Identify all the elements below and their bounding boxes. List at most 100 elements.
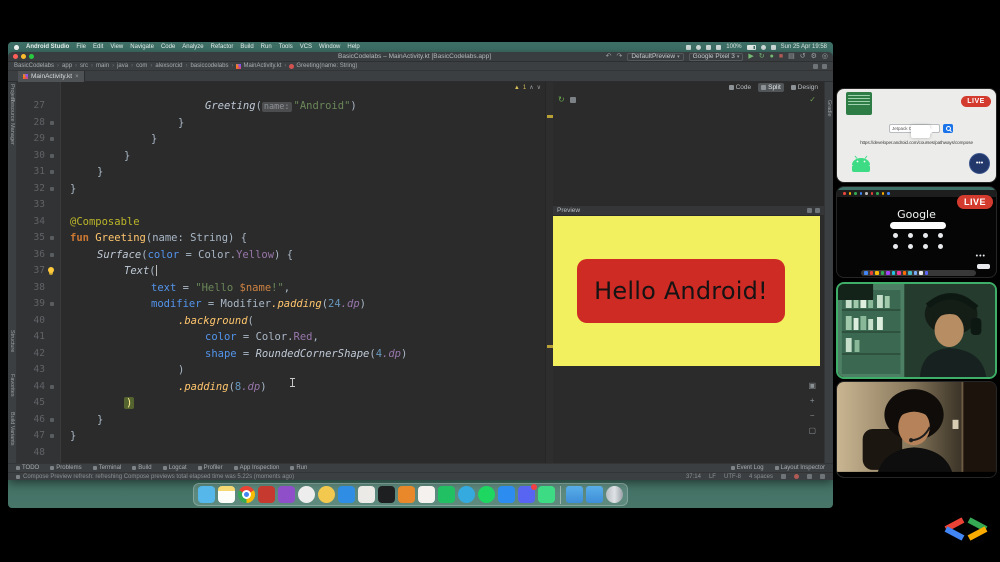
debug-icon[interactable]: ● [770, 53, 774, 61]
tool-window-run[interactable]: Run [290, 465, 307, 471]
zoom-actual-icon[interactable]: ▢ [808, 427, 816, 435]
prev-warning-icon[interactable]: ∧ [529, 84, 533, 91]
menu-item-analyze[interactable]: Analyze [182, 44, 203, 50]
dock-utility-app-icon[interactable] [358, 486, 375, 503]
participant-video-screenshare-slide[interactable]: LIVE Jetpack Compose https://developer.a… [836, 88, 997, 183]
line-ending[interactable]: LF [709, 474, 716, 480]
tool-window-app-inspection[interactable]: App Inspection [234, 465, 280, 471]
dock-telegram-icon[interactable] [458, 486, 475, 503]
dock-android-icon[interactable] [538, 486, 555, 503]
fold-marker[interactable] [50, 302, 54, 306]
expand-icon[interactable] [815, 208, 820, 213]
breadcrumb-greeting-name-string[interactable]: Greeting(name: String) [289, 63, 357, 69]
bookmark-icon[interactable] [876, 192, 879, 195]
code-line[interactable]: 28} [17, 115, 545, 132]
google-app-shortcut[interactable] [923, 233, 928, 238]
run-button[interactable]: ▶ [748, 53, 753, 61]
status-icon[interactable] [686, 45, 691, 50]
more-options-icon[interactable]: ••• [976, 253, 986, 260]
preview-mode-tab-split[interactable]: Split [758, 83, 784, 92]
menubar-clock[interactable]: Sun 25 Apr 19:58 [781, 44, 827, 50]
zoom-out-icon[interactable]: − [808, 412, 816, 420]
bookmark-icon[interactable] [854, 192, 857, 195]
dock-android-studio-preview-icon[interactable] [318, 486, 335, 503]
pin-icon[interactable] [807, 208, 812, 213]
code-line[interactable]: 34@Composable [17, 214, 545, 231]
menu-item-edit[interactable]: Edit [93, 44, 103, 50]
record-icon[interactable] [794, 474, 799, 479]
breadcrumb-basiccodelabs[interactable]: basiccodelabs [190, 63, 228, 69]
menu-item-run[interactable]: Run [261, 44, 272, 50]
participant-video-screenshare-browser[interactable]: LIVE Google ••• [836, 186, 997, 278]
code-line[interactable]: 37Text( [17, 263, 545, 280]
google-app-shortcut[interactable] [923, 244, 928, 249]
participant-video-speaker[interactable] [836, 282, 997, 379]
code-line[interactable]: 48 [17, 445, 545, 462]
inspection-widget[interactable]: ▲ 1 ∧ ∨ [514, 84, 541, 91]
bookmark-icon[interactable] [860, 192, 863, 195]
dock-vscode-icon[interactable] [338, 486, 355, 503]
fold-marker[interactable] [50, 170, 54, 174]
code-line[interactable]: 40.background( [17, 313, 545, 330]
gradle-status-icon[interactable] [820, 474, 825, 479]
tool-window-todo[interactable]: TODO [16, 465, 39, 471]
build-refresh-icon[interactable]: ↻ [558, 95, 565, 104]
menubar-app-name[interactable]: Android Studio [26, 44, 69, 50]
dock-folder-applications-icon[interactable] [566, 486, 583, 503]
more-options-icon[interactable]: ••• [969, 153, 990, 174]
tab-mainactivity[interactable]: MainActivity.kt × [18, 71, 85, 82]
menu-item-view[interactable]: View [110, 44, 123, 50]
run-config-select[interactable]: DefaultPreview▾ [627, 53, 683, 61]
breadcrumb-com[interactable]: com [136, 63, 147, 69]
menu-item-code[interactable]: Code [161, 44, 175, 50]
minimize-window-button[interactable] [21, 54, 26, 59]
code-line[interactable]: 36Surface(color = Color.Yellow) { [17, 247, 545, 264]
menu-item-navigate[interactable]: Navigate [130, 44, 154, 50]
tool-window-profiler[interactable]: Profiler [198, 465, 223, 471]
stop-icon[interactable]: ■ [779, 53, 783, 61]
code-line[interactable]: 47} [17, 428, 545, 445]
dock-sublime-text-icon[interactable] [398, 486, 415, 503]
google-app-shortcut[interactable] [938, 233, 943, 238]
bookmark-icon[interactable] [865, 192, 868, 195]
fold-marker[interactable] [50, 236, 54, 240]
code-line[interactable]: 42shape = RoundedCornerShape(4.dp) [17, 346, 545, 363]
file-encoding[interactable]: UTF-8 [724, 474, 741, 480]
dock-keynote-icon[interactable] [498, 486, 515, 503]
fold-marker[interactable] [50, 385, 54, 389]
notifications-icon[interactable] [807, 474, 812, 479]
menu-item-vcs[interactable]: VCS [300, 44, 312, 50]
tool-strip-gradle[interactable]: Gradle [826, 100, 832, 117]
bookmark-icon[interactable] [887, 192, 890, 195]
search-everywhere-icon[interactable]: ◎ [822, 53, 828, 61]
google-app-shortcut[interactable] [908, 244, 913, 249]
apply-changes-icon[interactable]: ↻ [759, 53, 765, 61]
preview-mode-tab-design[interactable]: Design [788, 83, 821, 92]
tool-window-build[interactable]: Build [132, 465, 151, 471]
compose-preview-canvas[interactable]: Hello Android! [553, 216, 820, 366]
fold-marker[interactable] [50, 434, 54, 438]
menu-item-help[interactable]: Help [347, 44, 359, 50]
dock-chrome-icon[interactable] [238, 486, 255, 503]
fold-marker[interactable] [50, 253, 54, 257]
dock-spotify-icon[interactable] [478, 486, 495, 503]
breadcrumb-main[interactable]: main [96, 63, 109, 69]
code-line[interactable]: 30} [17, 148, 545, 165]
search-icon[interactable] [761, 45, 766, 50]
menu-item-tools[interactable]: Tools [279, 44, 293, 50]
dock-android-studio-icon[interactable] [298, 486, 315, 503]
settings-icon[interactable]: ⚙ [811, 53, 817, 61]
forward-icon[interactable]: ↷ [616, 53, 622, 61]
dock-finder-icon[interactable] [198, 486, 215, 503]
zoom-window-button[interactable] [29, 54, 34, 59]
dock-terminal-icon[interactable] [378, 486, 395, 503]
google-app-shortcut[interactable] [908, 233, 913, 238]
bookmark-icon[interactable] [849, 192, 852, 195]
fold-marker[interactable] [50, 137, 54, 141]
fold-marker[interactable] [50, 154, 54, 158]
preview-mode-tab-code[interactable]: Code [726, 83, 755, 92]
tool-window-problems[interactable]: Problems [50, 465, 81, 471]
zoom-in-icon[interactable]: + [808, 397, 816, 405]
intention-bulb-icon[interactable] [48, 267, 54, 273]
code-line[interactable]: 45) [17, 395, 545, 412]
